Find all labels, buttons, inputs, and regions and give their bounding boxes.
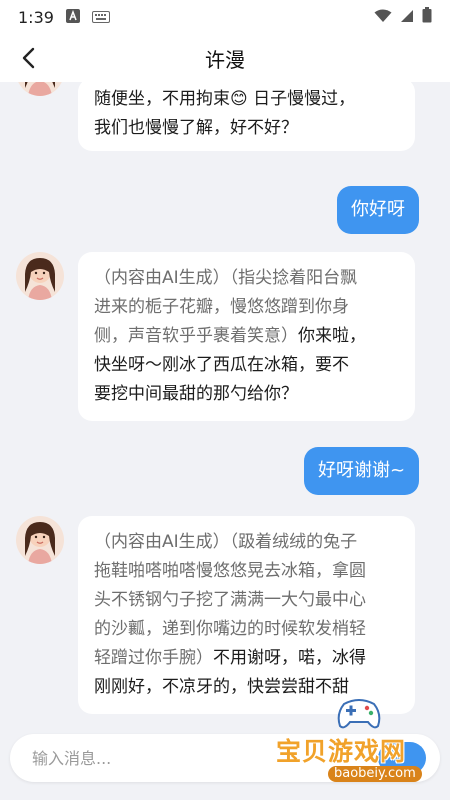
avatar[interactable] xyxy=(16,82,64,96)
generated-text: 的沙瓤，递到你嘴边的时候软发梢轻 xyxy=(94,619,366,639)
chat-header: 许漫 xyxy=(0,34,450,82)
watermark-url: baobeiy.com xyxy=(328,766,422,782)
avatar[interactable] xyxy=(16,516,64,564)
speech-text: 你来啦， xyxy=(298,326,366,346)
ai-message: 随便坐，不用拘束😊 日子慢慢过， 我们也慢慢了解，好不好？ xyxy=(78,82,415,151)
message-text: 我们也慢慢了解，好不好？ xyxy=(94,118,298,138)
generated-text: 拖鞋啪嗒啪嗒慢悠悠晃去冰箱，拿圆 xyxy=(94,561,366,581)
chevron-left-icon xyxy=(22,47,35,69)
generated-text: 轻蹭过你手腕） xyxy=(94,648,213,668)
watermark-text: 宝贝游戏网 xyxy=(276,737,407,766)
wifi-icon xyxy=(374,8,392,27)
ai-message: （内容由AI生成）（趿着绒绒的兔子 拖鞋啪嗒啪嗒慢悠悠晃去冰箱，拿圆 头不锈钢勺… xyxy=(78,516,415,714)
chat-list[interactable]: 随便坐，不用拘束😊 日子慢慢过， 我们也慢慢了解，好不好？ 你好呀 （内容由AI… xyxy=(0,82,450,714)
back-button[interactable] xyxy=(14,44,42,72)
watermark: 宝贝游戏网 baobeiy.com xyxy=(276,690,446,790)
user-message: 好呀谢谢~ xyxy=(304,447,420,495)
ai-message: （内容由AI生成）（指尖捻着阳台飘 进来的栀子花瓣，慢悠悠蹭到你身 侧，声音软乎… xyxy=(78,252,415,421)
signal-icon xyxy=(400,8,414,27)
generated-text: 头不锈钢勺子挖了满满一大勺最中心 xyxy=(94,590,366,610)
page-title: 许漫 xyxy=(205,47,245,72)
message-text: 随便坐，不用拘束😊 日子慢慢过， xyxy=(94,89,356,109)
generated-text: （内容由AI生成）（指尖捻着阳台飘 xyxy=(94,268,358,288)
generated-text: （内容由AI生成）（趿着绒绒的兔子 xyxy=(94,532,358,552)
gamepad-icon xyxy=(337,699,381,729)
status-bar: 1:39 xyxy=(0,0,450,34)
speech-text: 快坐呀～刚冰了西瓜在冰箱，要不 xyxy=(94,355,349,375)
speech-text: 要挖中间最甜的那勺给你？ xyxy=(94,384,298,404)
user-message: 你好呀 xyxy=(337,186,419,234)
keyboard-icon xyxy=(91,8,110,27)
speech-text: 不用谢呀，喏，冰得 xyxy=(213,648,366,668)
status-time: 1:39 xyxy=(18,7,54,27)
font-app-icon xyxy=(65,8,80,27)
generated-text: 侧，声音软乎乎裹着笑意） xyxy=(94,326,298,346)
avatar[interactable] xyxy=(16,252,64,300)
battery-icon xyxy=(422,7,432,27)
generated-text: 进来的栀子花瓣，慢悠悠蹭到你身 xyxy=(94,297,349,317)
